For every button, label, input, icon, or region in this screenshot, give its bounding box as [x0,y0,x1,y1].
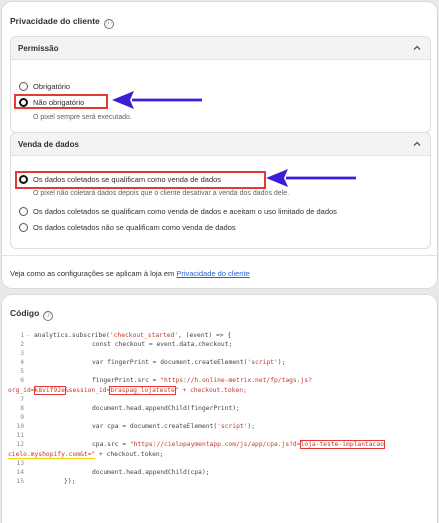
radio-label: Os dados coletados não se qualificam com… [33,223,236,232]
code-text: var cpa = document.createElement('script… [92,423,256,430]
radio-label: Os dados coletados se qualificam como ve… [33,207,337,216]
code-text: }); [64,478,76,485]
code-card: Código ⓘ 1 ⌄ analytics.subscribe('checkout_… [2,295,437,523]
sales-header[interactable]: Venda de dados [11,133,430,156]
highlight-box [14,94,108,109]
privacy-card: Privacidade do cliente ⓘ Permissão Obriga… [2,2,437,288]
radio-nao-venda[interactable]: Os dados coletados não se qualificam com… [19,223,236,232]
code-text: const checkout = event.data.checkout; [92,341,233,348]
line-number: 13 [16,460,24,467]
highlight-session-id: braspag_lojateste [109,386,176,395]
line-number: 12 [16,441,24,448]
line-number: 3 [20,350,24,357]
footer-text: Veja como as configurações se aplicam à … [10,269,177,278]
fold-icon[interactable]: ⌄ [27,331,30,340]
info-icon[interactable]: ⓘ [43,311,54,321]
radio-circle[interactable] [19,223,28,232]
code-text: cielo.myshopify.com&t=" + checkout.token… [8,451,164,459]
chevron-up-icon[interactable] [412,43,422,53]
highlight-store: loja-teste-implantacao [299,440,385,449]
code-text: document.head.appendChild(cpa); [92,469,210,476]
radio-circle[interactable] [19,207,28,216]
line-number: 7 [20,396,24,403]
line-number: 11 [16,432,24,439]
code-text: analytics.subscribe('checkout_started', … [34,332,232,339]
code-text: org_id=k8vif92e&session_id=braspag_lojat… [8,386,247,395]
line-number: 1 [20,332,24,339]
line-number: 8 [20,405,24,412]
sales-heading: Venda de dados [18,140,79,149]
code-text: fingerPrint.src = "https://h.online-metr… [92,377,312,384]
code-text: cpa.src = "https://cielopaymentapp.com/j… [92,440,385,449]
permission-heading: Permissão [18,44,59,53]
highlight-box [15,171,266,189]
code-title-text: Código [10,308,40,318]
chevron-up-icon[interactable] [412,139,422,149]
line-number: 6 [20,377,24,384]
line-number: 14 [16,469,24,476]
privacy-title-text: Privacidade do cliente [10,16,100,26]
radio-venda-limitado[interactable]: Os dados coletados se qualificam como ve… [19,207,337,216]
underline-store: cielo.myshopify.com&t=" [8,451,96,459]
arrow-left-icon [112,91,202,109]
code-text: var fingerPrint = document.createElement… [92,359,286,366]
line-number: 9 [20,414,24,421]
permission-note: O pixel sempre será executado. [33,114,132,121]
code-title: Código ⓘ [10,308,54,321]
line-number: 4 [20,359,24,366]
info-icon[interactable]: ⓘ [103,19,114,29]
line-number: 2 [20,341,24,348]
permission-section: Permissão Obrigatório Não obrigatório O … [10,36,431,133]
privacy-footer: Veja como as configurações se aplicam à … [10,269,250,278]
radio-circle[interactable] [19,82,28,91]
highlight-org-id: k8vif92e [33,386,66,395]
privacy-title: Privacidade do cliente ⓘ [10,16,114,29]
divider [2,255,437,256]
line-number: 10 [16,423,24,430]
radio-obrigatorio[interactable]: Obrigatório [19,82,70,91]
code-editor[interactable]: 1 ⌄ analytics.subscribe('checkout_started'… [6,331,437,523]
radio-label: Obrigatório [33,82,71,91]
sales-note: O pixel não coletará dados depois que o … [33,190,290,197]
code-text: document.head.appendChild(fingerPrint); [92,405,240,412]
privacy-link[interactable]: Privacidade do cliente [176,269,249,278]
arrow-left-icon [266,169,356,187]
sales-section: Venda de dados Os dados coletados se qua… [10,132,431,249]
line-number: 5 [20,368,24,375]
line-number: 15 [16,478,24,485]
permission-header[interactable]: Permissão [11,37,430,60]
